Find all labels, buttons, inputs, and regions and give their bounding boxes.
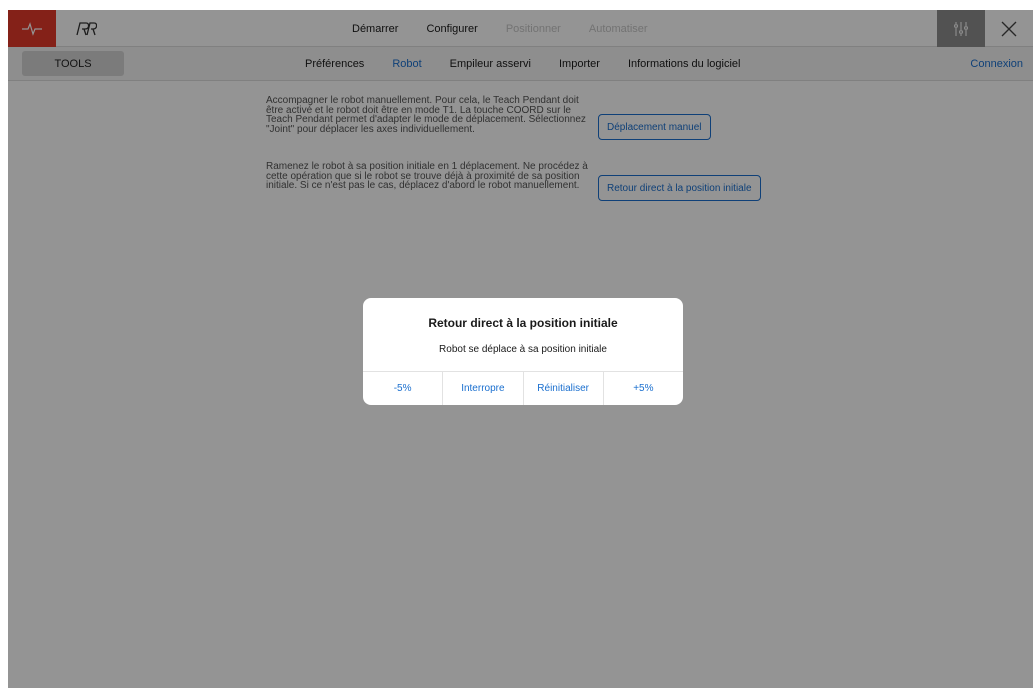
interrupt-button[interactable]: Interropre bbox=[443, 372, 524, 405]
speed-decrease-button[interactable]: -5% bbox=[363, 372, 444, 405]
dialog-title: Retour direct à la position initiale bbox=[428, 316, 618, 330]
app-window: Démarrer Configurer Positionner Automati… bbox=[8, 10, 1033, 688]
modal-overlay: Retour direct à la position initiale Rob… bbox=[8, 10, 1033, 688]
dialog-message: Robot se déplace à sa position initiale bbox=[439, 344, 607, 355]
speed-increase-button[interactable]: +5% bbox=[604, 372, 683, 405]
reset-button[interactable]: Réinitialiser bbox=[524, 372, 604, 405]
return-home-dialog: Retour direct à la position initiale Rob… bbox=[363, 298, 683, 405]
dialog-actions: -5% Interropre Réinitialiser +5% bbox=[363, 371, 683, 405]
